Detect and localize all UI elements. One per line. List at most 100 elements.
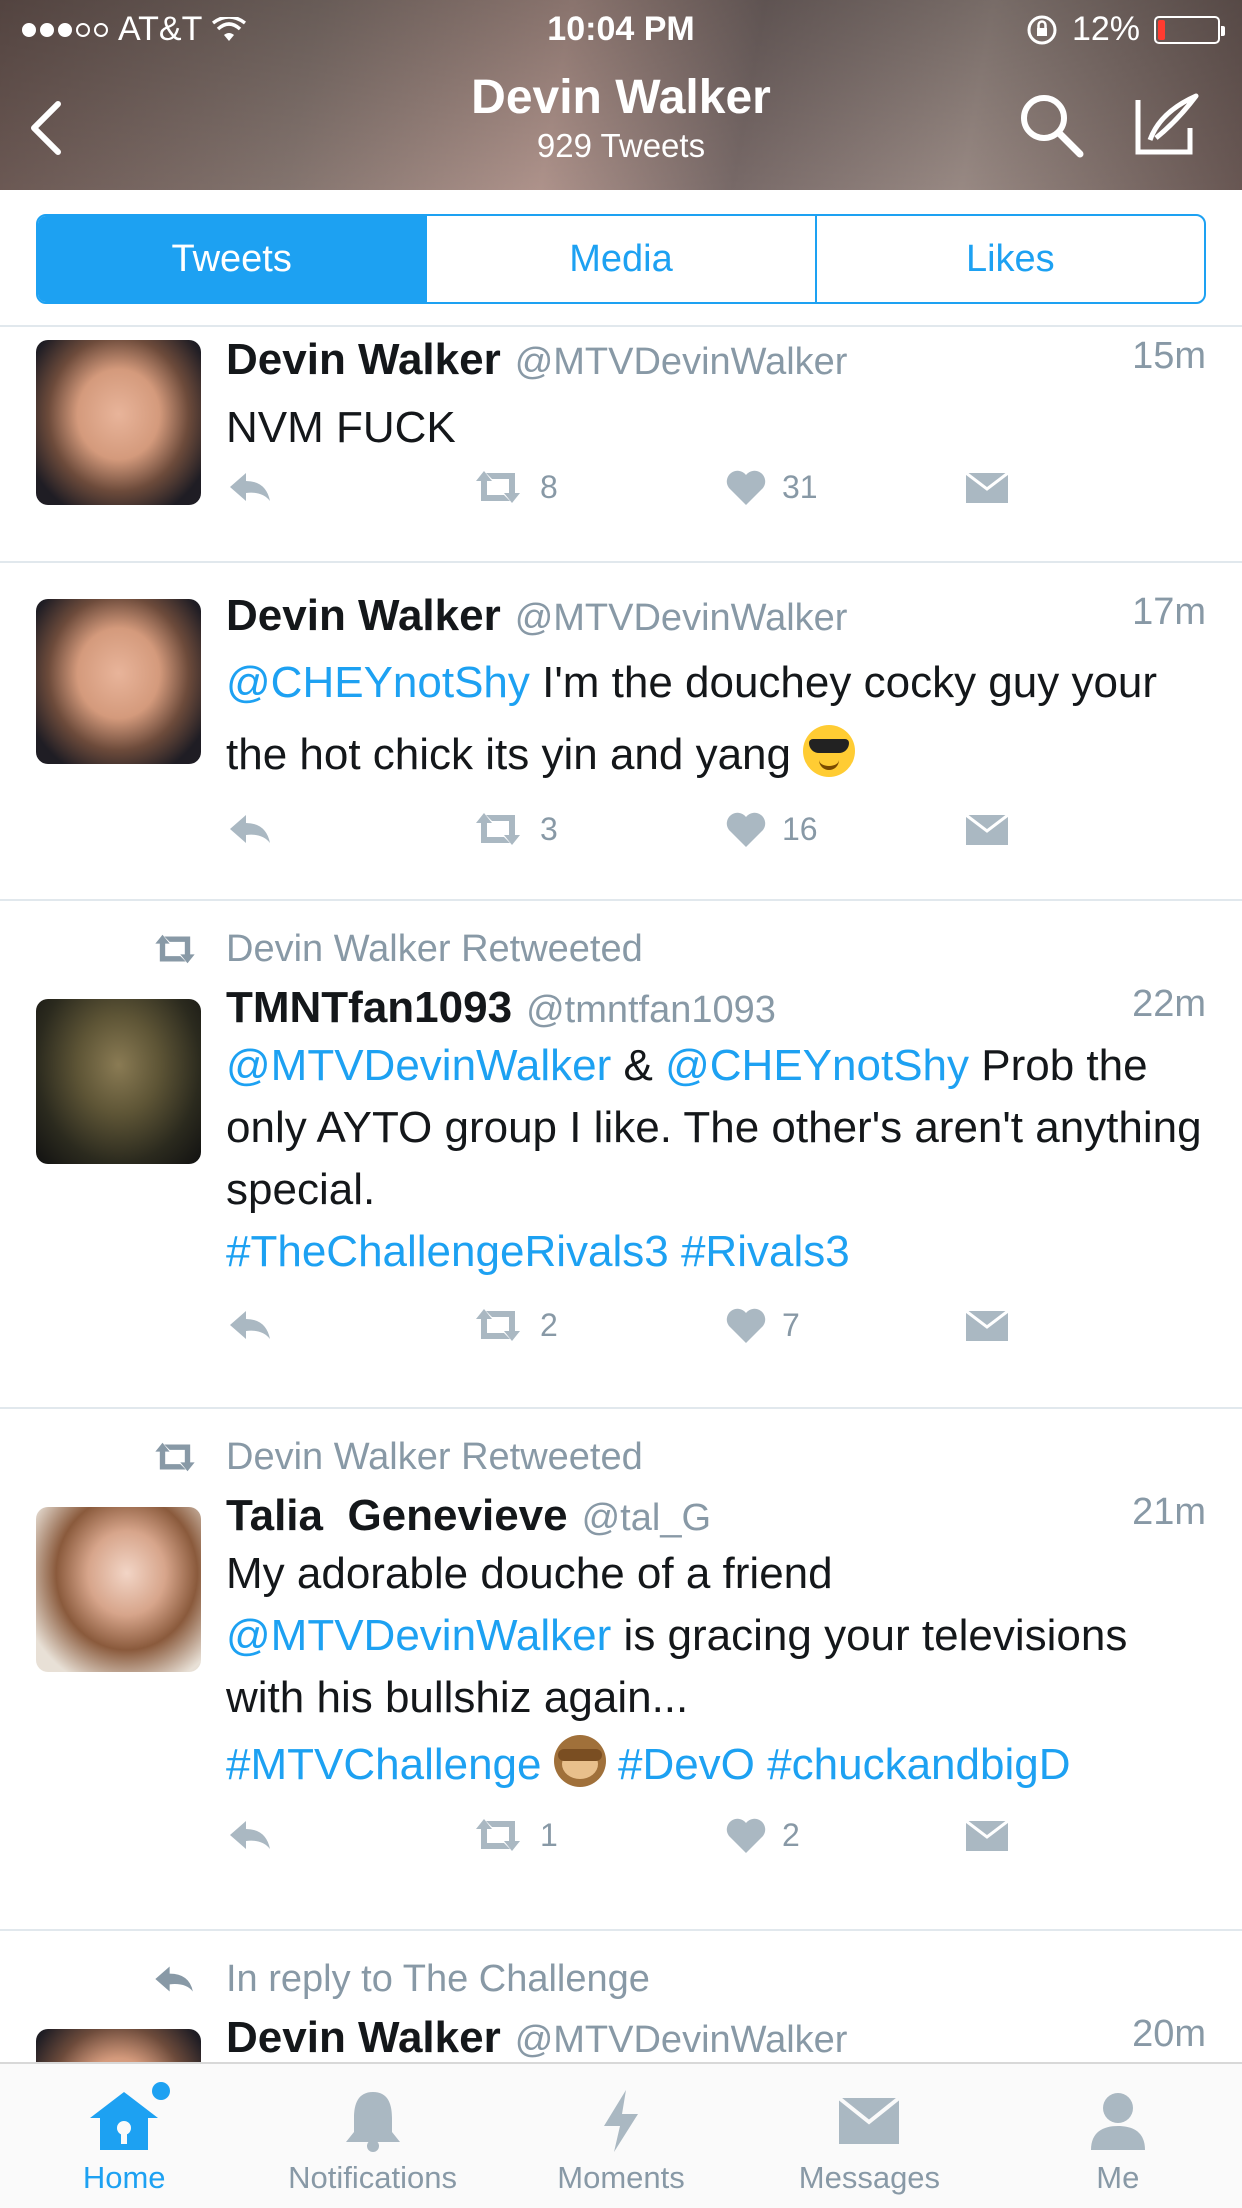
like-button[interactable]: 7 [724, 1305, 800, 1345]
tab-label: Messages [798, 2160, 941, 2195]
mention-link[interactable]: @CHEYnotShy [226, 658, 530, 707]
retweet-button[interactable]: 1 [470, 1815, 558, 1855]
avatar[interactable] [36, 1507, 201, 1672]
tab-label: Moments [557, 2160, 685, 2195]
author-handle[interactable]: @MTVDevinWalker [515, 341, 848, 384]
tab-me[interactable]: Me [994, 2064, 1242, 2208]
battery-percent: 12% [1071, 10, 1140, 48]
tweet-actions: 3 16 [226, 809, 1206, 869]
status-bar: AT&T 10:04 PM 12% [0, 10, 1242, 50]
reply-icon [230, 1311, 270, 1339]
tab-tweets[interactable]: Tweets [38, 216, 426, 302]
hashtag-link[interactable]: #Rivals3 [681, 1227, 850, 1276]
like-button[interactable]: 2 [724, 1815, 800, 1855]
like-count: 7 [782, 1306, 800, 1343]
heart-icon [726, 470, 766, 505]
retweet-button[interactable]: 8 [470, 467, 558, 507]
reply-button[interactable] [226, 1815, 274, 1855]
bell-icon [345, 2092, 400, 2152]
hashtag-link[interactable]: #TheChallengeRivals3 [226, 1227, 669, 1276]
tweet[interactable]: Devin Walker @MTVDevinWalker 17m @CHEYno… [0, 563, 1242, 901]
retweet-button[interactable]: 2 [470, 1305, 558, 1345]
like-count: 2 [782, 1816, 800, 1853]
tweet-text: NVM FUCK [226, 397, 1206, 459]
profile-header: AT&T 10:04 PM 12% Devin Walker 929 Tweet… [0, 0, 1242, 190]
author-handle[interactable]: @tmntfan1093 [526, 989, 776, 1032]
retweet-count: 1 [540, 1816, 558, 1853]
heart-icon [726, 1818, 766, 1853]
tweet-feed[interactable]: Devin Walker @MTVDevinWalker 15m NVM FUC… [0, 327, 1242, 2062]
tab-label: Me [1096, 2160, 1140, 2195]
author-name[interactable]: Devin Walker [226, 335, 501, 385]
tweet-text: My adorable douche of a friend @MTVDevin… [226, 1543, 1206, 1801]
reply-context: In reply to The Challenge [155, 1931, 1206, 2005]
envelope-icon [838, 2096, 901, 2144]
author-handle[interactable]: @MTVDevinWalker [515, 597, 848, 640]
retweet-count: 3 [540, 810, 558, 847]
tweet[interactable]: In reply to The Challenge Devin Walker @… [0, 1931, 1242, 2062]
dm-button[interactable] [964, 1305, 1010, 1345]
retweet-context: Devin Walker Retweeted [155, 1409, 1206, 1483]
context-label: Devin Walker Retweeted [226, 1435, 643, 1478]
tweet-actions: 2 7 [226, 1305, 1206, 1365]
tweet-body: My adorable douche of a friend [226, 1549, 833, 1598]
dm-button[interactable] [964, 1815, 1010, 1855]
hashtag-link[interactable]: #DevO [618, 1740, 755, 1789]
tweet-time: 21m [1132, 1491, 1206, 1533]
dm-button[interactable] [964, 809, 1010, 849]
tweet-time: 20m [1132, 2013, 1206, 2055]
reply-button[interactable] [226, 467, 274, 507]
segmented-control: Tweets Media Likes [36, 214, 1206, 304]
author-handle[interactable]: @tal_G [582, 1497, 711, 1540]
reply-button[interactable] [226, 1305, 274, 1345]
tweet-body: NVM FUCK [226, 403, 456, 452]
retweet-icon [155, 1442, 195, 1472]
author-name[interactable]: Talia Genevieve [226, 1491, 568, 1541]
retweet-icon [476, 1819, 520, 1851]
reply-button[interactable] [226, 809, 274, 849]
like-button[interactable]: 16 [724, 809, 818, 849]
tweet-text: @MTVDevinWalker & @CHEYnotShy Prob the o… [226, 1035, 1206, 1283]
retweet-icon [155, 934, 195, 964]
retweet-button[interactable]: 3 [470, 809, 558, 849]
mention-link[interactable]: @MTVDevinWalker [226, 1041, 611, 1090]
retweet-icon [476, 1309, 520, 1341]
hashtag-link[interactable]: #MTVChallenge [226, 1740, 542, 1789]
retweet-count: 2 [540, 1306, 558, 1343]
envelope-icon [965, 471, 1009, 503]
search-icon[interactable] [1016, 90, 1086, 160]
tweet[interactable]: Devin Walker Retweeted Talia Genevieve @… [0, 1409, 1242, 1931]
tab-home[interactable]: Home [0, 2064, 248, 2208]
author-name[interactable]: Devin Walker [226, 591, 501, 641]
retweet-icon [476, 813, 520, 845]
mention-link[interactable]: @CHEYnotShy [665, 1041, 969, 1090]
tab-messages[interactable]: Messages [745, 2064, 993, 2208]
dm-button[interactable] [964, 467, 1010, 507]
retweet-context: Devin Walker Retweeted [155, 901, 1206, 975]
tweet-time: 22m [1132, 983, 1206, 1025]
tab-moments[interactable]: Moments [497, 2064, 745, 2208]
envelope-icon [965, 1819, 1009, 1851]
avatar[interactable] [36, 599, 201, 764]
new-content-dot [152, 2082, 170, 2100]
reply-icon [230, 1821, 270, 1849]
author-name[interactable]: TMNTfan1093 [226, 983, 512, 1033]
tab-media[interactable]: Media [425, 216, 814, 302]
tweet-time: 17m [1132, 591, 1206, 633]
author-name[interactable]: Devin Walker [226, 2013, 501, 2062]
tab-likes[interactable]: Likes [814, 216, 1204, 302]
context-label: Devin Walker Retweeted [226, 927, 643, 970]
like-button[interactable]: 31 [724, 467, 818, 507]
compose-icon[interactable] [1130, 90, 1200, 160]
like-count: 16 [782, 810, 818, 847]
author-handle[interactable]: @MTVDevinWalker [515, 2019, 848, 2062]
tweet[interactable]: Devin Walker @MTVDevinWalker 15m NVM FUC… [0, 327, 1242, 563]
hashtag-link[interactable]: #chuckandbigD [767, 1740, 1070, 1789]
tweet[interactable]: Devin Walker Retweeted TMNTfan1093 @tmnt… [0, 901, 1242, 1409]
avatar[interactable] [36, 999, 201, 1164]
mention-link[interactable]: @MTVDevinWalker [226, 1611, 611, 1660]
tweet-text: @CHEYnotShy I'm the douchey cocky guy yo… [226, 647, 1206, 791]
avatar[interactable] [36, 340, 201, 505]
tab-notifications[interactable]: Notifications [248, 2064, 496, 2208]
avatar[interactable] [36, 2029, 201, 2062]
